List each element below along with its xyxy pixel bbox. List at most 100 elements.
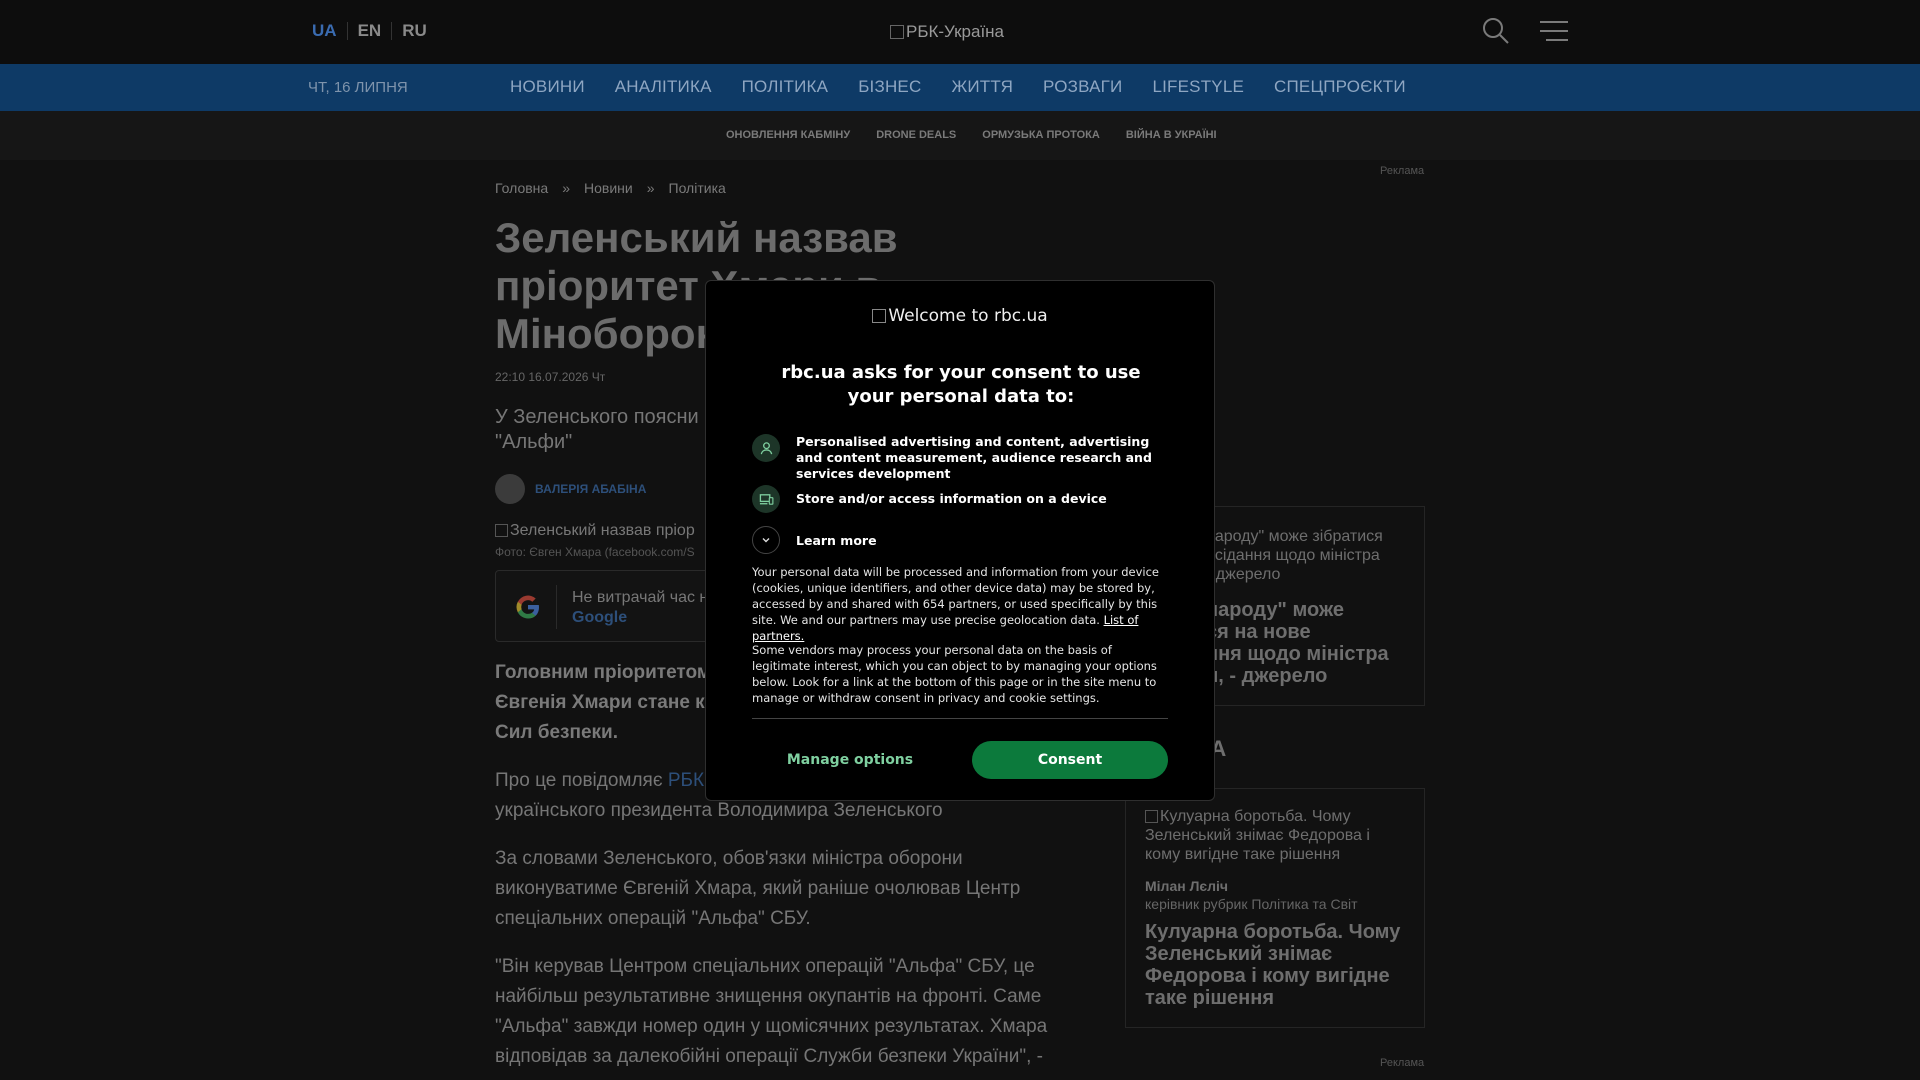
title-line: Зеленський знімає [1145, 943, 1333, 965]
broken-image-icon [872, 309, 887, 323]
paragraph-line: відповідав за далекобійні операції Служб… [495, 1046, 1043, 1067]
hamburger-menu-icon[interactable] [1540, 20, 1568, 42]
google-g-icon [516, 595, 539, 619]
alt-line: Кулуарна боротьба. Чому [1160, 808, 1351, 825]
subnav-items: ОНОВЛЕННЯ КАБМІНУ DRONE DEALS ОРМУЗЬКА П… [726, 129, 1217, 141]
nav-item-entertainment[interactable]: РОЗВАГИ [1043, 77, 1122, 97]
author-avatar [495, 474, 525, 504]
search-icon[interactable] [1482, 17, 1510, 45]
broken-image-icon [495, 524, 508, 537]
photo-credit: Фото: Євген Хмара (facebook.com/S [495, 545, 695, 559]
nav-date: ЧТ, 16 ЛИПНЯ [308, 79, 408, 96]
alt-line: народу" може зібратися [1206, 528, 1383, 545]
card-image-alt: Кулуарна боротьба. Чому Зеленський зніма… [1145, 807, 1370, 864]
dialog-divider [752, 718, 1168, 719]
person-icon [752, 434, 780, 462]
alt-line: Зеленський знімає Федорова і [1145, 827, 1370, 844]
paragraph-line: спеціальних операцій "Альфа" СБУ. [495, 908, 811, 929]
paragraph-line: "Альфа" завжди номер один у щомісячних р… [495, 1016, 1048, 1037]
article-paragraph-3: За словами Зеленського, обов'язки мініст… [495, 844, 1065, 934]
title-line: Федорова і кому вигідне [1145, 965, 1390, 987]
lang-ua[interactable]: UA [310, 22, 347, 40]
paragraph-line: За словами Зеленського, обов'язки мініст… [495, 848, 963, 869]
title-line: ння щодо міністра [1206, 643, 1389, 665]
title-line: Кулуарна боротьба. Чому [1145, 921, 1401, 943]
subnav-item-cabinet[interactable]: ОНОВЛЕННЯ КАБМІНУ [726, 129, 850, 141]
photo-alt-text: Зеленський назвав пріор [510, 522, 695, 539]
consent-paragraph-2: Some vendors may process your personal d… [752, 643, 1157, 705]
author-name[interactable]: ВАЛЕРІЯ АБАБІНА [535, 482, 646, 496]
welcome-alt-text: Welcome to rbc.ua [888, 306, 1048, 326]
top-bar: UA EN RU РБК-Україна [0, 0, 1920, 64]
paragraph-text: Your personal data will be processed and… [752, 565, 1160, 627]
nav-item-life[interactable]: ЖИТТЯ [951, 77, 1013, 97]
learn-more-label: Learn more [796, 532, 877, 548]
title-line: народу" може [1206, 599, 1344, 621]
consent-purpose-advertising: Personalised advertising and content, ad… [752, 434, 1166, 482]
nav-item-analytics[interactable]: АНАЛІТИКА [615, 77, 712, 97]
breadcrumb-home[interactable]: Головна [495, 180, 548, 196]
alt-line: асідання щодо міністра [1206, 547, 1380, 564]
headline-line: Зеленський назвав [495, 214, 898, 261]
learn-more-toggle[interactable]: Learn more [752, 526, 877, 554]
breadcrumb-news[interactable]: Новини [584, 180, 633, 196]
title-line: и, - джерело [1206, 665, 1328, 687]
site-logo[interactable]: РБК-Україна [890, 22, 1004, 42]
alt-line: кому вигідне таке рішення [1145, 846, 1341, 863]
nav-item-news[interactable]: НОВИНИ [510, 77, 585, 97]
broken-image-icon [1145, 810, 1158, 823]
logo-alt-text: РБК-Україна [906, 22, 1005, 41]
purpose-text: Store and/or access information on a dev… [796, 491, 1107, 506]
lang-en[interactable]: EN [346, 22, 392, 40]
consent-purpose-storage: Store and/or access information on a dev… [752, 485, 1166, 513]
breadcrumb-separator: » [562, 180, 570, 196]
chevron-down-icon [752, 526, 780, 554]
card-title: народу" може ся на нове ння щодо міністр… [1206, 599, 1389, 687]
subnav-item-drone-deals[interactable]: DRONE DEALS [876, 129, 956, 141]
paragraph-text: Про це повідомляє [495, 770, 663, 791]
card-title: Кулуарна боротьба. Чому Зеленський зніма… [1145, 921, 1400, 1009]
sub-nav: ОНОВЛЕННЯ КАБМІНУ DRONE DEALS ОРМУЗЬКА П… [0, 111, 1920, 160]
paragraph-line: виконуватиме Євгеній Хмара, який раніше … [495, 878, 1021, 899]
author-block: ВАЛЕРІЯ АБАБІНА [495, 474, 646, 504]
breadcrumb-politics[interactable]: Політика [669, 180, 726, 196]
consent-button[interactable]: Consent [972, 741, 1168, 779]
ad-label: Реклама [1380, 1057, 1425, 1069]
gnews-google-label: Google [572, 609, 628, 626]
card-author[interactable]: Мілан Лєліч [1145, 878, 1228, 894]
card-author-role: керівник рубрик Політика та Світ [1145, 896, 1358, 912]
paragraph-line: найбільш результативне знищення окупанті… [495, 986, 1042, 1007]
nav-item-politics[interactable]: ПОЛІТИКА [742, 77, 829, 97]
title-line: ся на нове [1206, 621, 1311, 643]
title-line: таке рішення [1145, 987, 1275, 1009]
subnav-item-war[interactable]: ВІЙНА В УКРАЇНІ [1126, 129, 1217, 141]
breadcrumb: Головна » Новини » Політика [495, 180, 726, 196]
source-link[interactable]: РБК [668, 770, 704, 791]
ad-label: Реклама [1380, 165, 1425, 177]
article-photo-alt: Зеленський назвав пріор [495, 522, 695, 540]
subnav-item-hormuz[interactable]: ОРМУЗЬКА ПРОТОКА [982, 129, 1100, 141]
consent-heading: rbc.ua asks for your consent to use your… [781, 362, 1141, 407]
article-paragraph-4: "Він керував Центром спеціальних операці… [495, 952, 1065, 1072]
breadcrumb-separator: » [646, 180, 655, 196]
main-nav: ЧТ, 16 ЛИПНЯ НОВИНИ АНАЛІТИКА ПОЛІТИКА Б… [0, 64, 1920, 111]
consent-logo: Welcome to rbc.ua [706, 306, 1214, 326]
nav-item-special-projects[interactable]: СПЕЦПРОЄКТИ [1274, 77, 1406, 97]
nav-item-business[interactable]: БІЗНЕС [858, 77, 921, 97]
gnews-text: Не витрачай час н [572, 589, 709, 606]
nav-item-lifestyle[interactable]: LIFESTYLE [1152, 77, 1244, 97]
purpose-text: Personalised advertising and content, ad… [796, 434, 1152, 481]
lang-ru[interactable]: RU [391, 22, 437, 40]
alt-line: - джерело [1206, 566, 1281, 583]
sidebar-card-2[interactable]: Кулуарна боротьба. Чому Зеленський зніма… [1125, 788, 1425, 1028]
paragraph-line: "Він керував Центром спеціальних операці… [495, 956, 1035, 977]
language-switcher: UA EN RU [310, 22, 437, 40]
publish-date: 22:10 16.07.2026 Чт [495, 370, 606, 384]
card-image-alt: народу" може зібратися асідання щодо мін… [1206, 527, 1383, 584]
manage-options-button[interactable]: Manage options [752, 741, 948, 779]
consent-paragraph-1: Your personal data will be processed and… [752, 564, 1172, 644]
consent-dialog: Welcome to rbc.ua rbc.ua asks for your c… [705, 280, 1215, 801]
broken-image-icon [890, 25, 904, 39]
devices-icon [752, 485, 780, 513]
banner-divider [556, 585, 557, 629]
